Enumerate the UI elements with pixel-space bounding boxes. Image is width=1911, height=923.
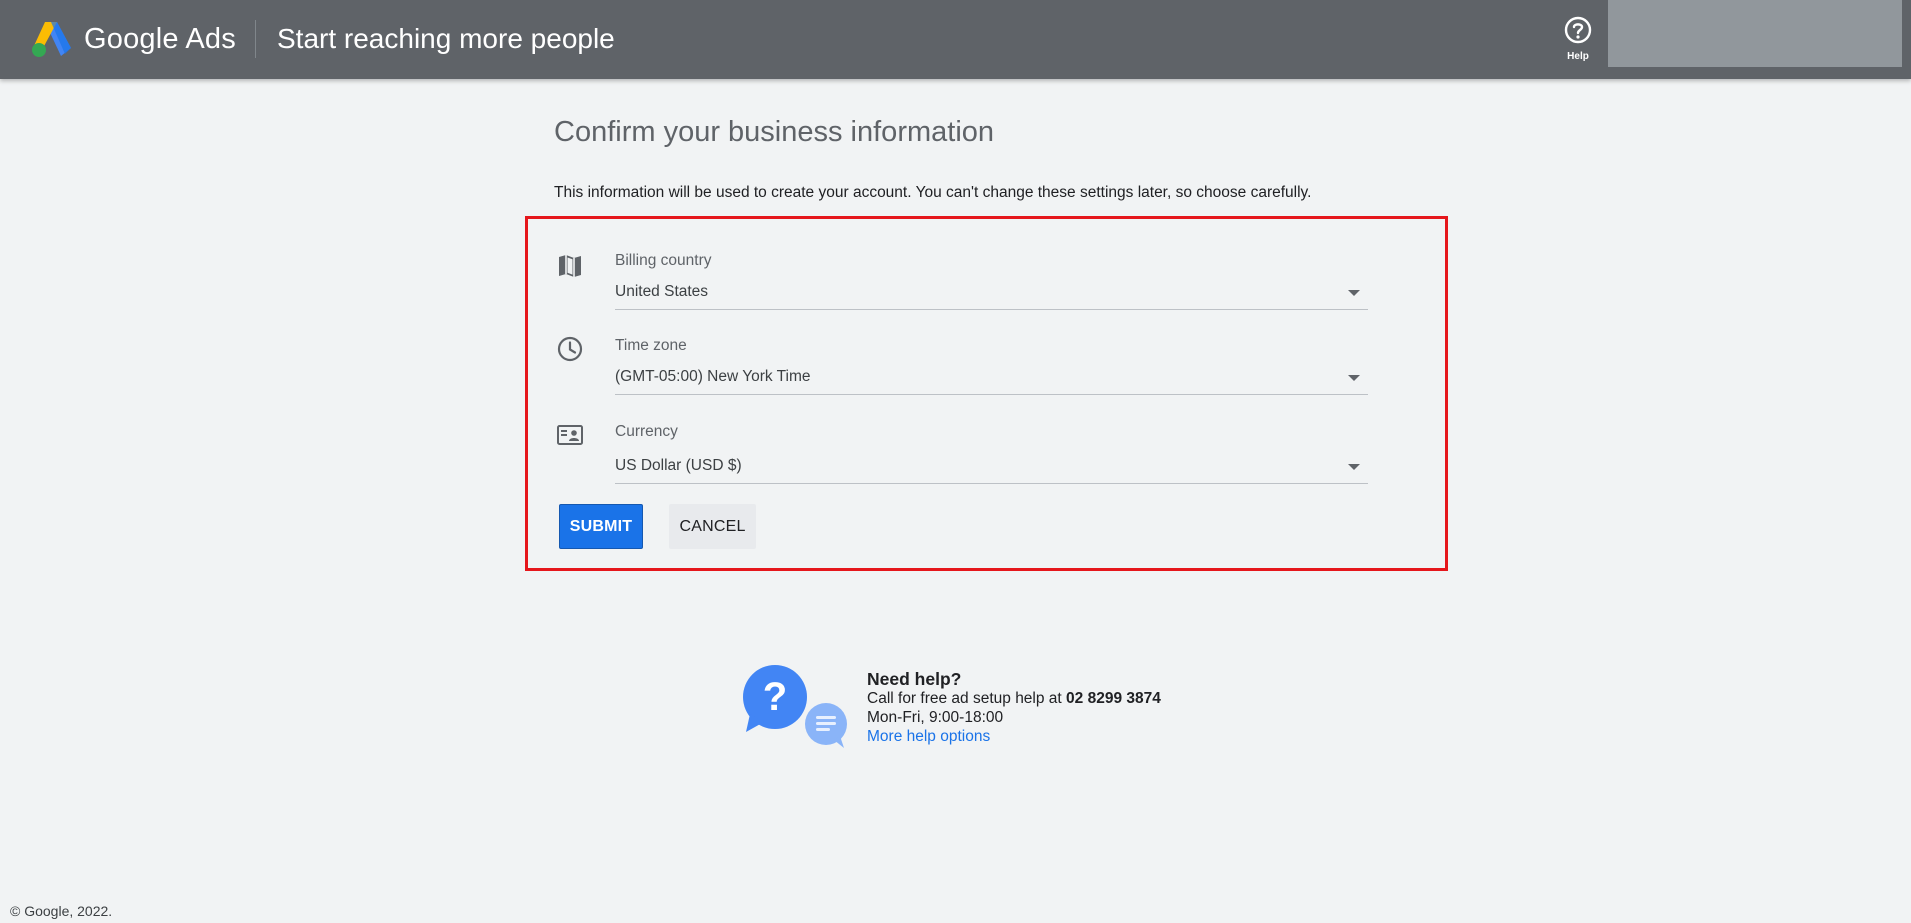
chevron-down-icon bbox=[1348, 290, 1360, 296]
time-zone-label: Time zone bbox=[615, 337, 687, 354]
billing-country-value: United States bbox=[615, 283, 709, 300]
billing-country-select[interactable]: United States bbox=[615, 276, 1368, 310]
help-chat-icon: ? bbox=[743, 665, 847, 748]
svg-text:?: ? bbox=[763, 675, 787, 719]
brand-name: Google Ads bbox=[84, 23, 236, 55]
time-zone-field: Time zone (GMT-05:00) New York Time bbox=[528, 321, 1445, 401]
account-area[interactable] bbox=[1608, 0, 1902, 67]
billing-country-label: Billing country bbox=[615, 252, 712, 269]
header-divider bbox=[255, 20, 256, 58]
help-phone-number: 02 8299 3874 bbox=[1066, 690, 1161, 707]
currency-select[interactable]: US Dollar (USD $) bbox=[615, 450, 1368, 484]
header-title: Start reaching more people bbox=[277, 23, 615, 54]
help-label: Help bbox=[1567, 51, 1589, 62]
need-help-title: Need help? bbox=[867, 669, 962, 689]
help-call-label: Call for free ad setup help at bbox=[867, 690, 1067, 707]
currency-icon bbox=[557, 425, 583, 445]
help-call-text: Call for free ad setup help at 02 8299 3… bbox=[867, 689, 1161, 708]
time-zone-select[interactable]: (GMT-05:00) New York Time bbox=[615, 361, 1368, 395]
footer-copyright: © Google, 2022. bbox=[10, 903, 113, 919]
intro-text: This information will be used to create … bbox=[554, 184, 1312, 201]
clock-icon bbox=[557, 336, 583, 362]
submit-button[interactable]: SUBMIT bbox=[559, 504, 643, 549]
help-hours: Mon-Fri, 9:00-18:00 bbox=[867, 709, 1004, 726]
cancel-button[interactable]: CANCEL bbox=[669, 504, 756, 549]
billing-country-field: Billing country United States bbox=[528, 236, 1445, 316]
chevron-down-icon bbox=[1348, 464, 1360, 470]
page-title: Confirm your business information bbox=[554, 116, 995, 148]
map-icon bbox=[559, 255, 581, 277]
time-zone-value: (GMT-05:00) New York Time bbox=[615, 368, 811, 385]
chevron-down-icon bbox=[1348, 375, 1360, 381]
currency-field: Currency US Dollar (USD $) bbox=[528, 407, 1445, 487]
currency-label: Currency bbox=[615, 423, 678, 440]
currency-value: US Dollar (USD $) bbox=[615, 457, 742, 474]
business-info-form: Billing country United States Time zone … bbox=[525, 216, 1448, 571]
top-app-bar: Google Ads Start reaching more people He… bbox=[0, 0, 1911, 79]
google-ads-logo-icon bbox=[32, 22, 71, 57]
help-button[interactable]: Help bbox=[1557, 12, 1599, 66]
help-circle-icon bbox=[1564, 16, 1592, 44]
more-help-options-link[interactable]: More help options bbox=[867, 727, 990, 746]
